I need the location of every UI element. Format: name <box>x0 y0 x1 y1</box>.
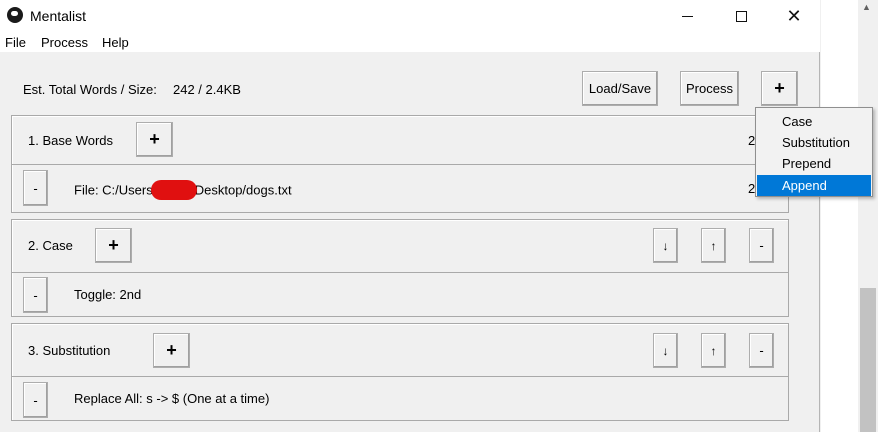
file-path-prefix: File: C:/Users <box>74 182 153 198</box>
panel-title: 2. Case <box>28 238 73 253</box>
remove-case-button[interactable]: - <box>749 228 774 263</box>
remove-substitution-button[interactable]: - <box>749 333 774 368</box>
add-case-button[interactable]: + <box>95 228 132 263</box>
divider <box>12 164 788 165</box>
menu-help[interactable]: Help <box>102 35 129 50</box>
close-button[interactable]: ✕ <box>771 0 817 32</box>
minimize-button[interactable] <box>664 0 710 32</box>
redaction-mark <box>150 180 197 200</box>
panel-title: 1. Base Words <box>28 133 114 148</box>
move-down-button[interactable]: ↓ <box>653 333 678 368</box>
minimize-icon <box>681 15 693 17</box>
file-path: File: C:/Users Desktop/dogs.txt <box>74 180 292 201</box>
dropdown-item-append[interactable]: Append <box>757 175 871 196</box>
move-up-button[interactable]: ↑ <box>701 333 726 368</box>
remove-rule-button[interactable]: - <box>23 277 48 313</box>
process-button[interactable]: Process <box>680 71 739 106</box>
case-rule-text: Toggle: 2nd <box>74 287 142 302</box>
add-base-words-button[interactable]: + <box>136 122 173 157</box>
est-total-value: 242 / 2.4KB <box>173 82 241 97</box>
divider <box>12 376 788 377</box>
panel-base-words: 1. Base Words + 2 - File: C:/Users Deskto… <box>11 115 789 213</box>
load-save-button[interactable]: Load/Save <box>582 71 658 106</box>
file-path-suffix: Desktop/dogs.txt <box>194 182 292 198</box>
add-attribute-button[interactable]: + <box>761 71 798 106</box>
add-substitution-button[interactable]: + <box>153 333 190 368</box>
menu-bar: File Process Help <box>0 32 820 52</box>
close-icon: ✕ <box>786 6 802 26</box>
move-up-button[interactable]: ↑ <box>701 228 726 263</box>
title-bar: Mentalist ✕ <box>0 0 820 32</box>
maximize-button[interactable] <box>718 0 764 32</box>
scroll-up-arrow-icon[interactable]: ▲ <box>862 2 871 12</box>
dropdown-item-substitution[interactable]: Substitution <box>757 132 871 153</box>
background-scrollbar[interactable]: ▲ <box>858 0 878 432</box>
move-down-button[interactable]: ↓ <box>653 228 678 263</box>
window-title: Mentalist <box>30 8 87 24</box>
add-attribute-dropdown: Case Substitution Prepend Append <box>755 107 873 197</box>
maximize-icon <box>735 10 747 22</box>
remove-file-button[interactable]: - <box>23 170 48 206</box>
app-logo-icon <box>7 7 23 23</box>
menu-process[interactable]: Process <box>41 35 88 50</box>
dropdown-item-prepend[interactable]: Prepend <box>757 153 871 174</box>
panel-substitution: 3. Substitution + ↓ ↑ - - Replace All: s… <box>11 323 789 421</box>
app-window: Mentalist ✕ File Process Help Est. Total… <box>0 0 820 432</box>
dropdown-item-case[interactable]: Case <box>757 111 871 132</box>
scrollbar-thumb[interactable] <box>860 288 876 432</box>
panel-title: 3. Substitution <box>28 343 111 358</box>
divider <box>12 272 788 273</box>
substitution-rule-text: Replace All: s -> $ (One at a time) <box>74 391 270 406</box>
est-total-label: Est. Total Words / Size: <box>23 82 157 97</box>
remove-rule-button[interactable]: - <box>23 382 48 418</box>
panel-case: 2. Case + ↓ ↑ - - Toggle: 2nd <box>11 219 789 317</box>
menu-file[interactable]: File <box>5 35 26 50</box>
